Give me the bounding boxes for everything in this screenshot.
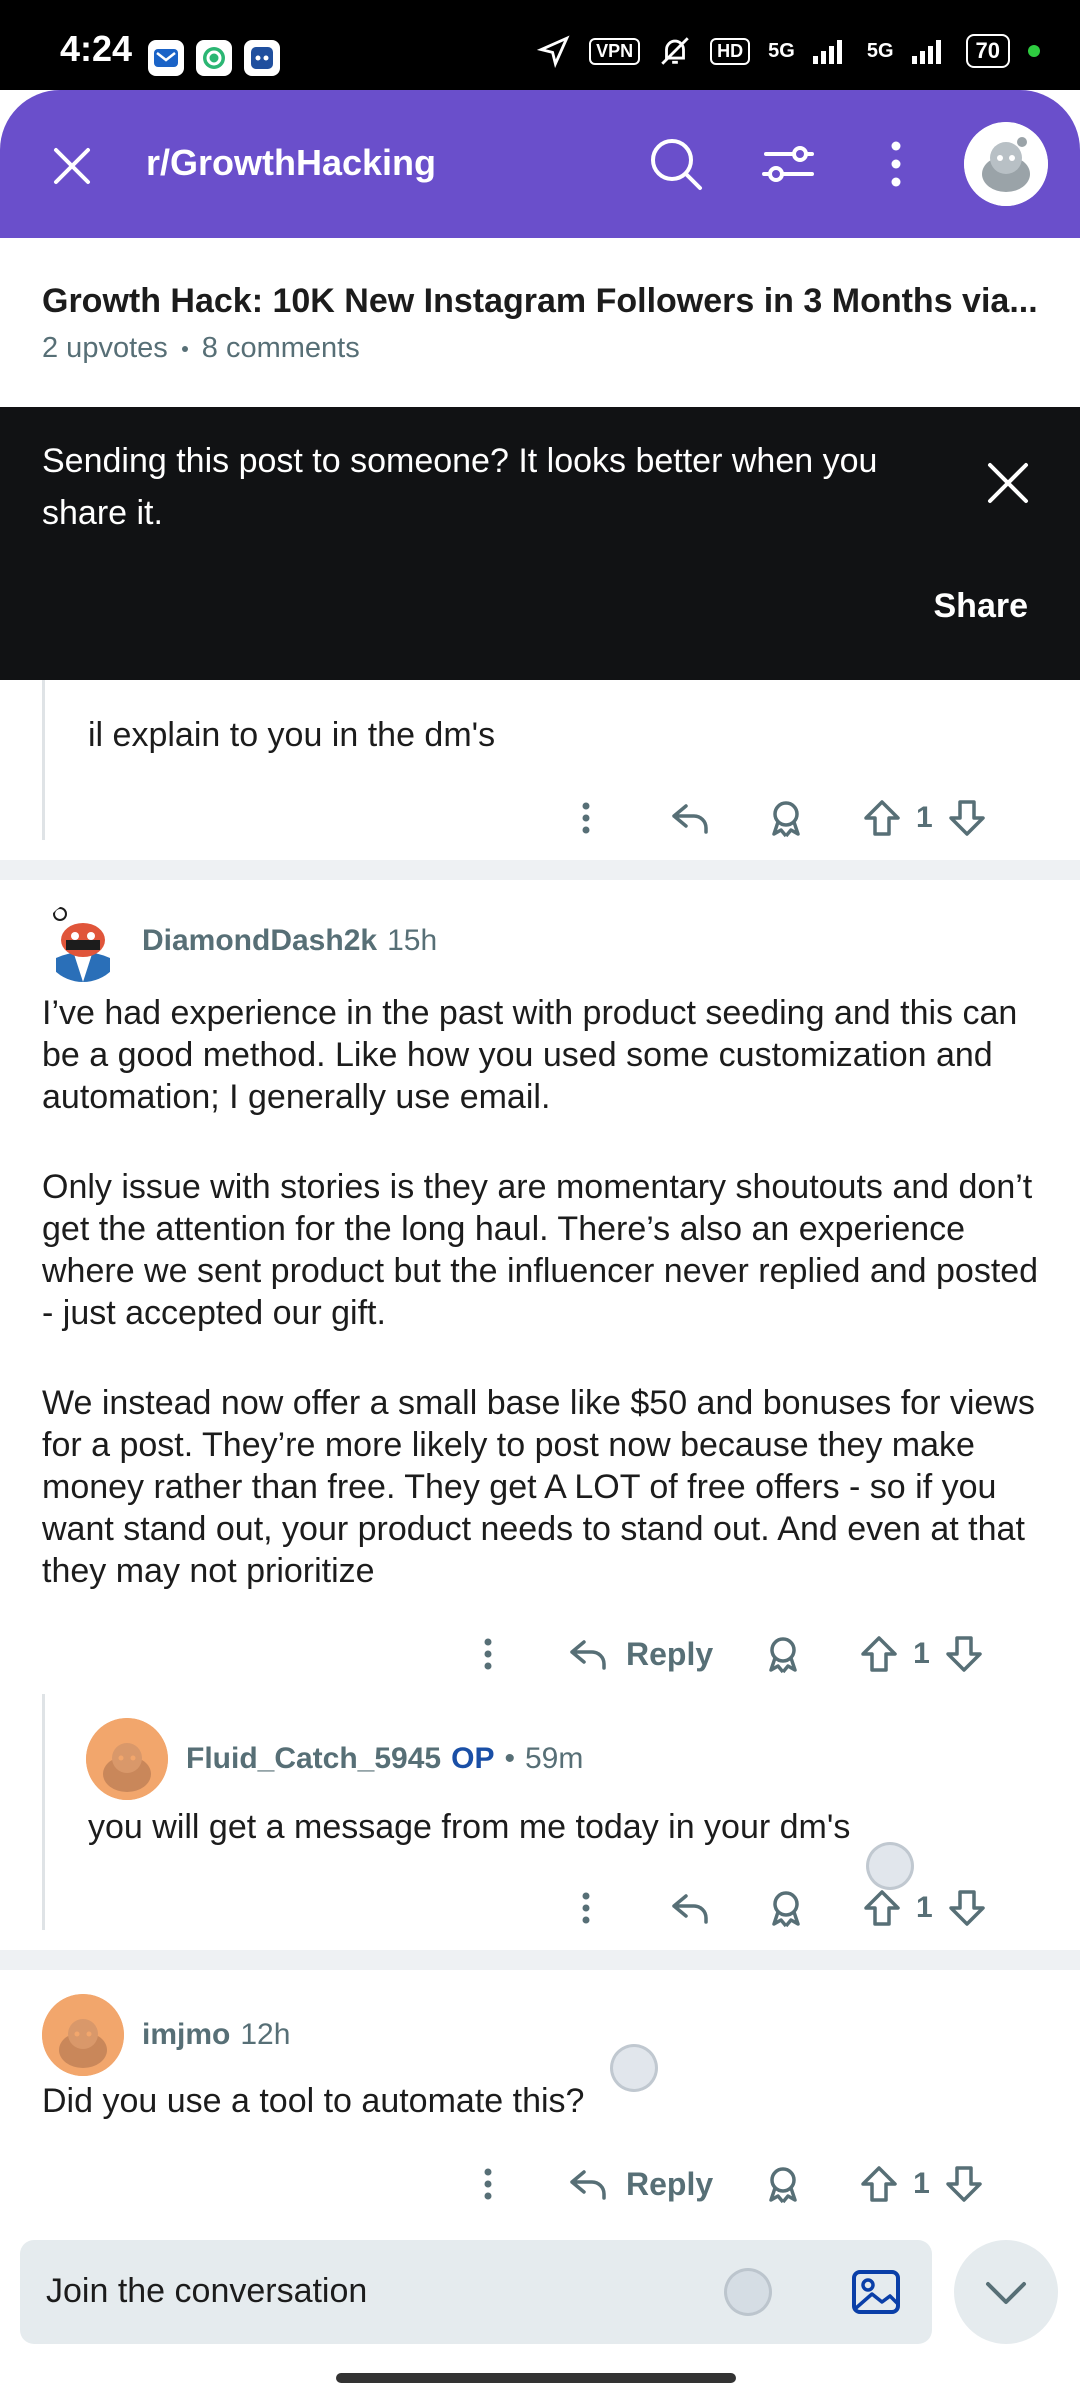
award-icon[interactable] xyxy=(756,788,816,848)
notification-icons xyxy=(148,40,280,76)
more-vertical-icon[interactable] xyxy=(458,2154,518,2214)
reply-icon[interactable] xyxy=(558,2154,618,2214)
reply-button[interactable]: Reply xyxy=(626,1636,713,1673)
thread-line xyxy=(42,1694,45,1930)
comment-actions: Reply 1 xyxy=(458,1624,994,1684)
join-conversation-input[interactable]: Join the conversation xyxy=(20,2240,932,2344)
toast-message: Sending this post to someone? It looks b… xyxy=(42,442,878,532)
image-icon[interactable] xyxy=(848,2264,904,2320)
signal-icon xyxy=(812,40,842,64)
comment-count: 8 comments xyxy=(201,332,360,364)
home-indicator[interactable] xyxy=(336,2373,736,2383)
hd-badge: HD xyxy=(710,37,751,65)
reply-icon[interactable] xyxy=(660,1878,720,1938)
avatar[interactable] xyxy=(42,1994,124,2076)
subreddit-header: r/GrowthHacking xyxy=(0,90,1080,238)
more-vertical-icon[interactable] xyxy=(556,788,616,848)
status-time: 4:24 xyxy=(60,28,133,69)
comment-text: Did you use a tool to automate this? xyxy=(42,2082,585,2120)
comment-text: il explain to you in the dm's xyxy=(88,716,496,754)
comment-age: 15h xyxy=(387,924,438,957)
comment-author: imjmo 12h xyxy=(42,1994,290,2076)
close-icon[interactable] xyxy=(44,138,100,194)
composer-placeholder: Join the conversation xyxy=(46,2272,368,2310)
avatar[interactable] xyxy=(86,1718,168,1800)
vote-count: 1 xyxy=(916,801,933,834)
more-vertical-icon[interactable] xyxy=(556,1878,616,1938)
user-avatar[interactable] xyxy=(964,122,1048,206)
comment-divider xyxy=(0,1950,1080,1970)
reply-button[interactable]: Reply xyxy=(626,2166,713,2203)
sync-app-icon xyxy=(196,40,232,76)
search-icon[interactable] xyxy=(644,132,708,196)
more-vertical-icon[interactable] xyxy=(458,1624,518,1684)
username[interactable]: DiamondDash2k xyxy=(142,924,377,958)
touch-indicator xyxy=(866,1842,914,1890)
reply-icon[interactable] xyxy=(558,1624,618,1684)
avatar[interactable] xyxy=(42,900,124,982)
comment-paragraph: We instead now offer a small base like $… xyxy=(42,1384,1035,1590)
touch-indicator xyxy=(724,2268,772,2316)
comment-author: DiamondDash2k 15h xyxy=(42,900,437,982)
more-vertical-icon[interactable] xyxy=(864,132,928,196)
comment-author: Fluid_Catch_5945 OP • 59m xyxy=(86,1718,583,1800)
bot-app-icon xyxy=(244,40,280,76)
downvote-icon[interactable] xyxy=(934,2154,994,2214)
comment-actions: 1 xyxy=(556,788,997,848)
vote-count: 1 xyxy=(913,1637,930,1670)
op-badge: OP xyxy=(451,1742,495,1775)
comment-age: 12h xyxy=(240,2018,291,2051)
award-icon[interactable] xyxy=(756,1878,816,1938)
comment-actions: 1 xyxy=(556,1878,997,1938)
downvote-icon[interactable] xyxy=(934,1624,994,1684)
vote-count: 1 xyxy=(913,2167,930,2200)
comment-age: 59m xyxy=(524,1742,584,1775)
comment-text: you will get a message from me today in … xyxy=(88,1808,851,1846)
username[interactable]: Fluid_Catch_5945 xyxy=(186,1742,441,1776)
signal-icon-2 xyxy=(911,40,941,64)
status-bar: 4:24 VPN HD 5G 5G 70 xyxy=(0,0,1080,90)
battery-indicator: 70 xyxy=(965,34,1010,68)
network-5g-2: 5G xyxy=(866,39,894,62)
comment-divider xyxy=(0,860,1080,880)
username[interactable]: imjmo xyxy=(142,2018,230,2052)
upvote-icon[interactable] xyxy=(849,1624,909,1684)
post-meta: 2 upvotes 8 comments xyxy=(42,332,360,365)
network-5g-1: 5G xyxy=(768,39,795,62)
separator: • xyxy=(504,1742,515,1775)
filter-icon[interactable] xyxy=(756,132,820,196)
status-indicators: VPN HD 5G 5G 70 xyxy=(537,34,1040,68)
award-icon[interactable] xyxy=(753,2154,813,2214)
thread-line xyxy=(42,680,45,840)
reply-icon[interactable] xyxy=(660,788,720,848)
comment-body: I’ve had experience in the past with pro… xyxy=(42,992,1042,1592)
meta-separator xyxy=(181,345,188,352)
comment-actions: Reply 1 xyxy=(458,2154,994,2214)
upvote-icon[interactable] xyxy=(849,2154,909,2214)
muted-bell-icon xyxy=(661,37,689,65)
touch-indicator xyxy=(610,2044,658,2092)
comment-paragraph: I’ve had experience in the past with pro… xyxy=(42,994,1018,1116)
share-toast: Sending this post to someone? It looks b… xyxy=(0,407,1080,680)
collapse-button[interactable] xyxy=(954,2240,1058,2344)
downvote-icon[interactable] xyxy=(937,1878,997,1938)
chevron-down-icon xyxy=(986,2282,1026,2304)
location-icon xyxy=(537,35,570,68)
comment-paragraph: Only issue with stories is they are mome… xyxy=(42,1168,1039,1332)
privacy-dot xyxy=(1028,45,1040,57)
vote-count: 1 xyxy=(916,1891,933,1924)
vpn-badge: VPN xyxy=(589,37,641,65)
close-icon[interactable] xyxy=(982,457,1034,509)
share-button[interactable]: Share xyxy=(934,587,1029,626)
upvote-icon[interactable] xyxy=(852,788,912,848)
upvote-count: 2 upvotes xyxy=(42,332,168,364)
subreddit-name[interactable]: r/GrowthHacking xyxy=(146,142,436,184)
downvote-icon[interactable] xyxy=(937,788,997,848)
award-icon[interactable] xyxy=(753,1624,813,1684)
mail-app-icon xyxy=(148,40,184,76)
post-title[interactable]: Growth Hack: 10K New Instagram Followers… xyxy=(42,282,1038,321)
